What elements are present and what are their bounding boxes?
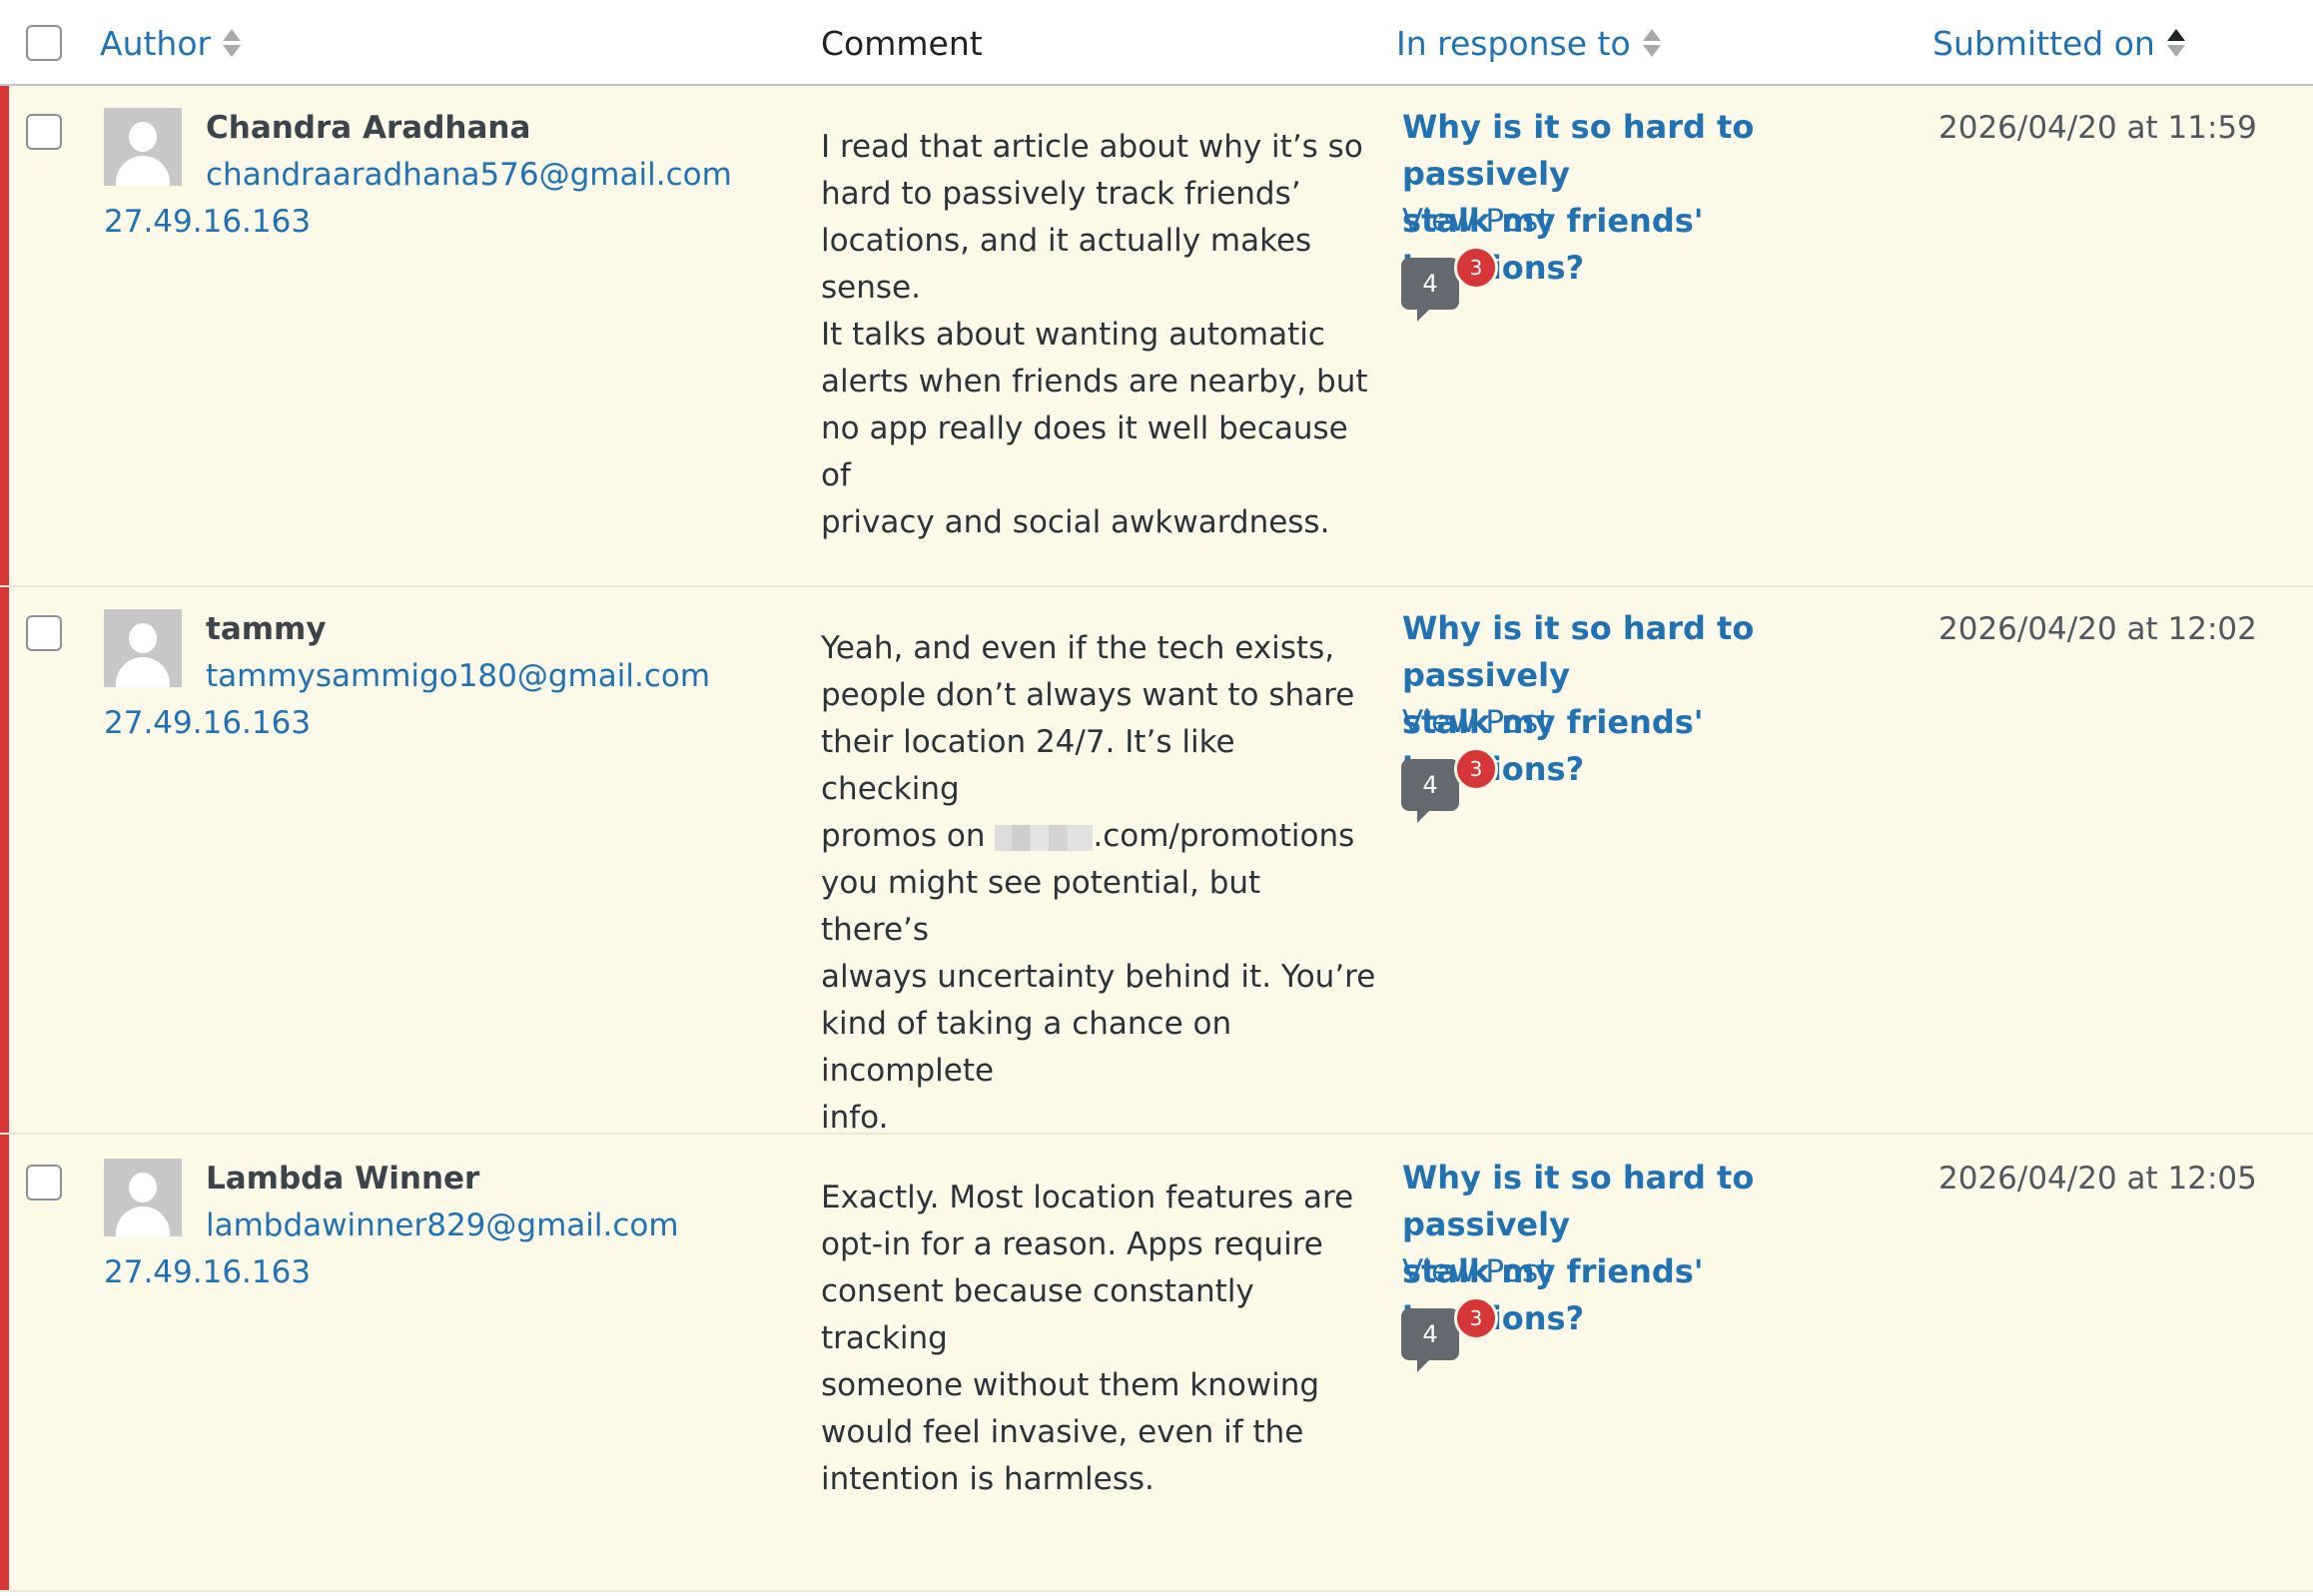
table-row: tammy tammysammigo180@gmail.com 27.49.16… [0,587,2313,1136]
column-in-response-label[interactable]: In response to [1396,24,1631,63]
sort-indicator-icon [223,29,242,57]
comment-line: always uncertainty behind it. You’re [821,959,1376,995]
comment-line: people don’t always want to share [821,677,1355,713]
avatar [104,609,182,687]
comment-line: someone without them knowing [821,1367,1320,1403]
row-checkbox[interactable] [26,1165,62,1200]
comment-line: I read that article about why it’s so [821,129,1363,165]
redacted-domain [995,824,1094,851]
submitted-date: 2026/04/20 at 11:59 [1938,110,2257,146]
post-title-line[interactable]: Why is it so hard to passively [1402,1155,1872,1248]
comment-line: It talks about wanting automatic [821,317,1325,353]
author-ip-link[interactable]: 27.49.16.163 [104,1254,311,1290]
comment-count-bubble-icon[interactable]: 4 [1401,759,1459,823]
column-submitted-label[interactable]: Submitted on [1932,24,2155,63]
comment-line: Exactly. Most location features are [821,1180,1354,1215]
column-author-label[interactable]: Author [100,24,211,63]
comment-text: I read that article about why it’s so ha… [821,124,1376,546]
author-ip-link[interactable]: 27.49.16.163 [104,204,311,240]
comment-line: no app really does it well because of [821,410,1348,493]
comment-line: opt-in for a reason. Apps require [821,1226,1323,1262]
view-post-link[interactable]: View Post [1402,203,1550,239]
author-email-link[interactable]: chandraaradhana576@gmail.com [206,157,732,193]
comment-count: 4 [1422,771,1438,799]
sort-indicator-icon [1642,29,1661,57]
view-post-link[interactable]: View Post [1402,704,1550,740]
author-email-link[interactable]: tammysammigo180@gmail.com [206,658,710,694]
pending-count-badge[interactable]: 3 [1454,747,1498,791]
pending-count: 3 [1469,757,1483,781]
comment-line: alerts when friends are nearby, but [821,364,1368,399]
comment-line: their location 24/7. It’s like checking [821,724,1235,807]
comment-line: promos on .com/promotions [821,813,1376,860]
submitted-date: 2026/04/20 at 12:05 [1938,1161,2257,1197]
comment-line: intention is harmless. [821,1461,1155,1497]
author-ip-link[interactable]: 27.49.16.163 [104,705,311,741]
comment-count-bubble-icon[interactable]: 4 [1401,1308,1459,1372]
pending-count: 3 [1469,256,1483,280]
pending-count: 3 [1469,1306,1483,1330]
submitted-date: 2026/04/20 at 12:02 [1938,611,2257,647]
comment-line: would feel invasive, even if the [821,1414,1304,1450]
view-post-link[interactable]: View Post [1402,1253,1550,1289]
column-comment: Comment [821,0,983,86]
comment-count: 4 [1422,1320,1438,1348]
comment-line: you might see potential, but there’s [821,865,1261,948]
comment-line: locations, and it actually makes sense. [821,223,1312,306]
comment-line: Yeah, and even if the tech exists, [821,630,1335,666]
post-title-line[interactable]: Why is it so hard to passively [1402,104,1872,198]
column-in-response-sort[interactable]: In response to [1396,0,1661,86]
author-name: Chandra Aradhana [206,110,531,146]
author-name: tammy [206,611,327,647]
pending-count-badge[interactable]: 3 [1454,1296,1498,1340]
table-row: Chandra Aradhana chandraaradhana576@gmai… [0,86,2313,587]
sort-ascending-icon [2166,29,2185,57]
post-title-line[interactable]: Why is it so hard to passively [1402,605,1872,699]
comment-text-fragment: promos on [821,818,986,854]
table-row: Lambda Winner lambdawinner829@gmail.com … [0,1135,2313,1592]
pending-count-badge[interactable]: 3 [1454,246,1498,290]
comment-text: Exactly. Most location features are opt-… [821,1175,1376,1503]
column-submitted-sort[interactable]: Submitted on [1932,0,2185,86]
avatar [104,108,182,186]
author-email-link[interactable]: lambdawinner829@gmail.com [206,1207,679,1243]
comment-text-fragment: .com/promotions [1093,818,1355,854]
column-comment-label: Comment [821,23,983,63]
column-author-sort[interactable]: Author [100,0,242,86]
table-header: Author Comment In response to Submitted … [0,0,2313,86]
comment-text: Yeah, and even if the tech exists, peopl… [821,625,1376,1142]
row-checkbox[interactable] [26,114,62,150]
comment-count-bubble-icon[interactable]: 4 [1401,258,1459,322]
comment-line: privacy and social awkwardness. [821,504,1330,540]
comment-line: consent because constantly tracking [821,1273,1254,1356]
comment-line: kind of taking a chance on incomplete [821,1006,1232,1089]
row-checkbox[interactable] [26,615,62,651]
author-name: Lambda Winner [206,1161,480,1197]
select-all-checkbox[interactable] [26,25,62,61]
comment-count: 4 [1422,270,1438,298]
avatar [104,1159,182,1236]
comment-line: hard to passively track friends’ [821,176,1301,212]
